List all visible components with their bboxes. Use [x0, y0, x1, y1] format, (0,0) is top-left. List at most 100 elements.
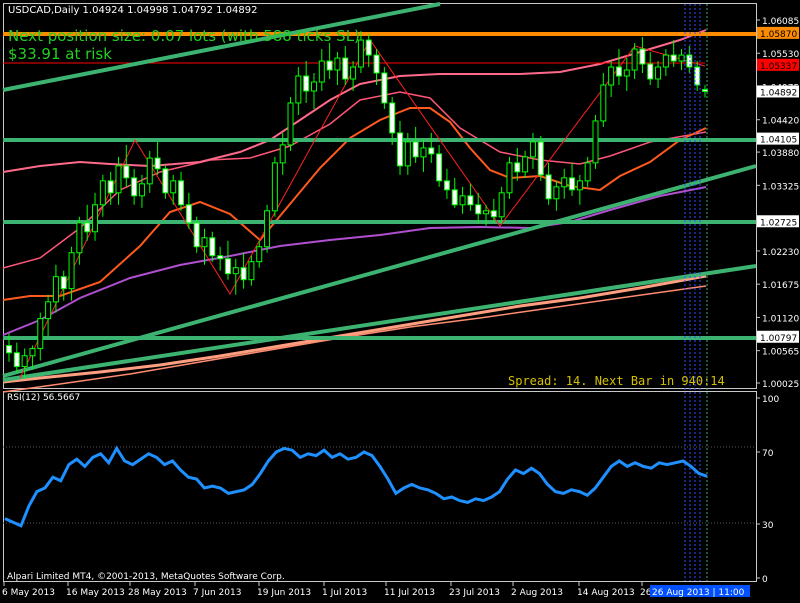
candle-body	[279, 144, 286, 164]
candle-body	[224, 258, 231, 275]
rsi-tick-label: 100	[762, 395, 779, 405]
candle-body	[146, 157, 153, 185]
candle-body	[326, 60, 333, 71]
price-tick-label: 1.00565	[762, 348, 799, 358]
candle-body	[467, 195, 474, 206]
candle-body	[412, 141, 419, 158]
candle-body	[443, 180, 450, 191]
candle-body	[131, 177, 138, 197]
candle-body	[193, 222, 200, 248]
candle-body	[232, 267, 239, 275]
candle-body	[428, 147, 435, 155]
current-time-text: 26 Aug 2013 | 11:00	[652, 588, 745, 598]
price-marker-label: 1.04892	[760, 88, 797, 98]
candle-body	[615, 66, 622, 77]
date-tick-label: 6 May 2013	[2, 588, 55, 598]
candle-body	[522, 156, 529, 173]
date-tick-label: 19 Jun 2013	[257, 588, 311, 598]
candle-body	[342, 57, 349, 80]
rsi-tick-label: 70	[762, 449, 774, 459]
risk-alert: $33.91 at risk	[8, 45, 112, 63]
candle-body	[631, 48, 638, 71]
date-tick-label: 16 May 2013	[66, 588, 125, 598]
candle-body	[373, 54, 380, 74]
candle-body	[553, 186, 560, 200]
date-tick-label: 28 May 2013	[128, 588, 187, 598]
candle-body	[545, 174, 552, 200]
price-tick-label: 1.06085	[762, 17, 799, 27]
rsi-tick-label: 30	[762, 521, 774, 531]
candle-body	[600, 84, 607, 122]
candle-body	[248, 261, 255, 281]
candle-body	[569, 177, 576, 191]
candle-body	[264, 210, 271, 248]
candle-body	[201, 237, 208, 248]
candle-body	[647, 63, 654, 80]
candle-body	[584, 162, 591, 182]
candle-body	[537, 141, 544, 176]
candle-body	[334, 57, 341, 71]
candle-body	[592, 120, 599, 164]
candle-body	[52, 276, 59, 303]
price-tick-label: 1.03880	[762, 149, 799, 159]
candle	[264, 204, 271, 253]
candle-body	[178, 180, 185, 206]
date-tick-label: 2 Aug 2013	[511, 588, 563, 598]
candle-body	[686, 54, 693, 68]
date-tick-label: 11 Jul 2013	[384, 588, 435, 598]
candle-body	[13, 352, 20, 368]
price-tick-label: 1.01120	[762, 314, 799, 324]
price-tick-label: 1.02230	[762, 248, 799, 258]
candle-body	[209, 237, 216, 257]
candle	[506, 156, 513, 199]
candle-body	[475, 204, 482, 215]
candle-body	[303, 75, 310, 92]
candle	[537, 135, 544, 181]
spread-timer: Spread: 14. Next Bar in 940:14	[508, 374, 725, 388]
candle-body	[498, 192, 505, 218]
candle-body	[123, 165, 130, 179]
candle-body	[6, 345, 12, 354]
candle-body	[29, 348, 36, 357]
candle-body	[162, 168, 169, 194]
rsi-title: RSI(12) 56.5667	[7, 393, 80, 403]
candle-body	[170, 180, 177, 194]
candle-body	[389, 102, 396, 134]
candle-body	[45, 301, 52, 320]
candle-body	[271, 162, 278, 212]
candle-body	[655, 66, 662, 80]
candle-body	[185, 204, 192, 224]
candle-body	[639, 48, 646, 65]
candle-body	[107, 180, 114, 194]
candle-body	[529, 141, 536, 158]
rsi-tick-label: 0	[762, 575, 768, 585]
price-marker-label: 1.05870	[760, 30, 797, 40]
price-marker-label: 1.02725	[760, 218, 797, 228]
position-size-alert: Next position size: 0.07 lots (with 588 …	[8, 27, 360, 45]
candle-body	[397, 132, 403, 167]
candle	[592, 114, 599, 169]
candle-body	[256, 246, 263, 263]
price-tick-label: 1.00025	[762, 380, 799, 390]
candle-body	[670, 54, 677, 62]
copyright-text: Alpari Limited MT4, ©2001-2013, MetaQuot…	[7, 572, 285, 582]
date-tick-label: 26	[640, 588, 652, 598]
candle-body	[318, 60, 325, 83]
candle-body	[662, 54, 669, 68]
chart-window[interactable]: USDCAD,Daily 1.04924 1.04998 1.04792 1.0…	[0, 0, 800, 600]
price-marker-label: 1.00797	[760, 334, 797, 344]
candle-body	[483, 210, 490, 215]
price-marker-label: 1.04105	[760, 136, 797, 146]
candle-body	[68, 252, 75, 290]
candle-body	[561, 177, 568, 188]
candle-body	[310, 81, 317, 92]
candle-body	[350, 66, 357, 80]
candle-body	[92, 204, 99, 233]
price-tick-label: 1.03325	[762, 182, 799, 192]
price-tick-label: 1.01675	[762, 281, 799, 291]
candle-body	[217, 255, 224, 260]
candle-body	[99, 180, 106, 206]
candle-body	[37, 318, 44, 350]
candle-body	[608, 66, 615, 86]
candle-body	[506, 162, 513, 194]
